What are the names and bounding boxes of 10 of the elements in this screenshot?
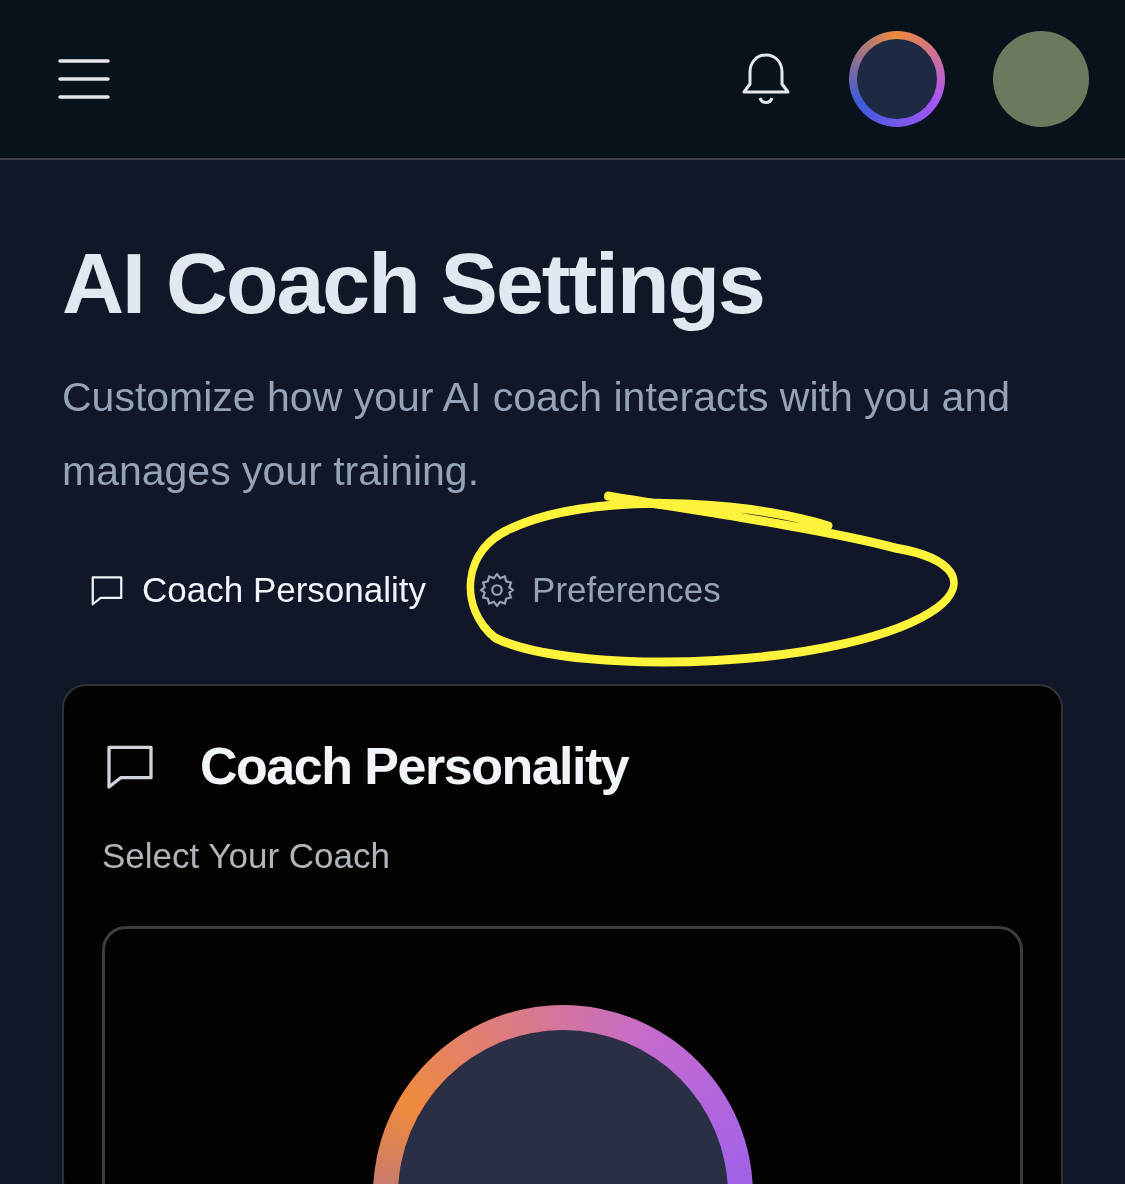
bell-icon[interactable] <box>741 52 791 106</box>
gear-icon <box>478 571 517 609</box>
card-title: Coach Personality <box>200 736 629 796</box>
coach-option[interactable] <box>102 926 1023 1184</box>
page-title: AI Coach Settings <box>62 234 765 333</box>
tab[interactable]: Coach Personality <box>88 558 427 622</box>
page-subtitle: Customize how your AI coach interacts with you and manages your training. <box>62 373 1012 496</box>
menu-icon[interactable] <box>58 58 110 100</box>
tab[interactable]: Preferences <box>478 558 721 622</box>
field-label: Select Your Coach <box>102 836 391 876</box>
